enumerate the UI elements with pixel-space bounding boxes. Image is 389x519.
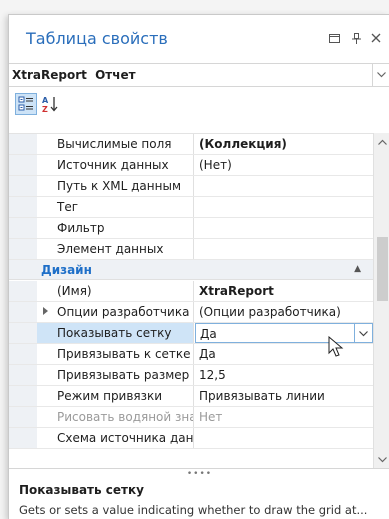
property-value[interactable]: 12,5 [195, 365, 373, 385]
description-text: Gets or sets a value indicating whether … [19, 503, 368, 517]
categorized-view-icon[interactable] [15, 93, 37, 115]
property-name: Режим привязки [37, 386, 194, 406]
property-row[interactable]: Привязывать размер сетки 12,5 [9, 365, 373, 386]
vertical-scrollbar[interactable] [373, 133, 389, 468]
sort-az-icon[interactable]: A Z [39, 93, 61, 115]
property-value[interactable]: (Коллекция) [195, 134, 373, 154]
scroll-down-icon[interactable] [374, 451, 389, 468]
property-name: (Имя) [37, 281, 194, 301]
description-title: Показывать сетку [19, 483, 144, 497]
property-row[interactable]: Фильтр [9, 218, 373, 239]
description-splitter[interactable]: •••• [9, 468, 389, 479]
property-value[interactable] [195, 428, 373, 448]
property-name: Фильтр [37, 218, 194, 238]
property-row[interactable]: (Имя) XtraReport [9, 281, 373, 302]
mouse-cursor-icon [328, 336, 344, 357]
property-row[interactable]: Источник данных (Нет) [9, 155, 373, 176]
property-value-editor[interactable]: Да [195, 323, 373, 343]
property-value: Да [200, 327, 217, 341]
property-grid-panel: Таблица свойств XtraReport Отчет A Z Выч… [8, 14, 389, 519]
property-row[interactable]: Рисовать водяной знак Нет [9, 407, 373, 428]
property-value[interactable]: Да [195, 344, 373, 364]
property-value[interactable] [195, 197, 373, 217]
property-row[interactable]: Вычислимые поля (Коллекция) [9, 134, 373, 155]
property-name: Привязывать размер сетки [37, 365, 194, 385]
property-value[interactable] [195, 218, 373, 238]
description-pane: Показывать сетку Gets or sets a value in… [9, 479, 389, 519]
object-selector-text: XtraReport Отчет [12, 68, 136, 82]
property-value[interactable] [195, 176, 373, 196]
collapse-icon[interactable]: ▲ [354, 264, 361, 274]
property-name: Элемент данных [37, 239, 194, 259]
property-name: Показывать сетку [37, 323, 194, 343]
property-name: Путь к XML данным [37, 176, 194, 196]
svg-text:A: A [42, 96, 49, 105]
property-name: Вычислимые поля [37, 134, 194, 154]
property-name: Опции разработчика [37, 302, 194, 322]
property-value[interactable]: Привязывать линии [195, 386, 373, 406]
pin-icon[interactable] [349, 31, 363, 45]
property-row[interactable]: Режим привязки Привязывать линии [9, 386, 373, 407]
property-name: Тег [37, 197, 194, 217]
category-design[interactable]: Дизайн ▲ [9, 260, 373, 280]
property-name: Привязывать к сетке [37, 344, 194, 364]
property-row[interactable]: Элемент данных [9, 239, 373, 260]
property-row[interactable]: Путь к XML данным [9, 176, 373, 197]
object-name: XtraReport [12, 68, 87, 82]
property-grid: Вычислимые поля (Коллекция) Источник дан… [9, 133, 373, 468]
property-name: Схема источника данных [37, 428, 194, 448]
toolbar: A Z [9, 89, 389, 119]
chevron-down-icon[interactable] [372, 64, 389, 86]
object-type: Отчет [95, 68, 136, 82]
property-name: Рисовать водяной знак [37, 407, 194, 427]
property-row[interactable]: Привязывать к сетке Да [9, 344, 373, 365]
category-label: Дизайн [41, 263, 92, 277]
property-value[interactable] [195, 239, 373, 259]
property-name: Источник данных [37, 155, 194, 175]
scroll-up-icon[interactable] [374, 133, 389, 150]
object-selector[interactable]: XtraReport Отчет [9, 63, 389, 87]
close-icon[interactable] [369, 31, 383, 45]
window-menu-icon[interactable] [327, 31, 341, 45]
property-row-selected[interactable]: Показывать сетку Да [9, 323, 373, 344]
panel-title: Таблица свойств [26, 29, 168, 48]
property-value[interactable]: (Нет) [195, 155, 373, 175]
svg-text:Z: Z [42, 105, 48, 113]
property-value[interactable]: Нет [195, 407, 373, 427]
property-value[interactable]: XtraReport [195, 281, 373, 301]
property-row[interactable]: Схема источника данных [9, 428, 373, 449]
property-row[interactable]: Опции разработчика (Опции разработчика) [9, 302, 373, 323]
dropdown-arrow-icon[interactable] [354, 324, 372, 342]
property-value[interactable]: (Опции разработчика) [195, 302, 373, 322]
property-row[interactable]: Тег [9, 197, 373, 218]
scroll-thumb[interactable] [377, 237, 388, 301]
title-bar: Таблица свойств [9, 15, 389, 61]
